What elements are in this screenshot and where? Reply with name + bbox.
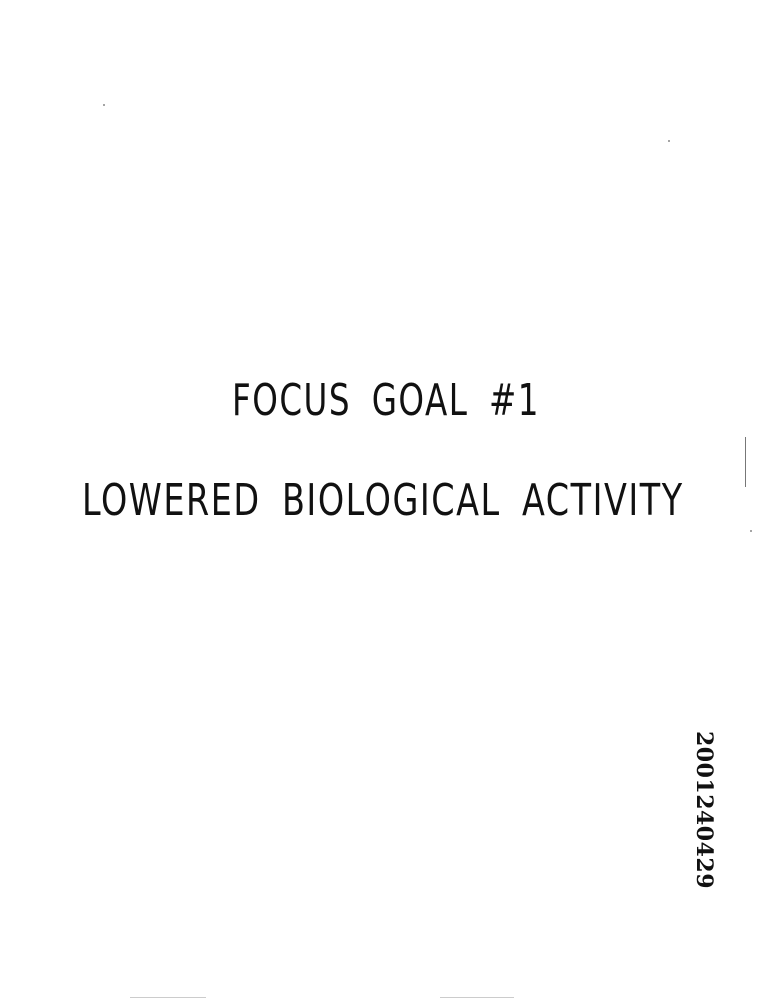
focus-goal-subheading: LOWERED BIOLOGICAL ACTIVITY — [82, 475, 684, 526]
scan-speck — [750, 530, 752, 532]
focus-goal-heading: FOCUS GOAL #1 — [232, 375, 540, 426]
scan-margin-mark — [745, 437, 746, 487]
scan-edge-line — [440, 997, 514, 998]
scan-speck — [668, 140, 670, 142]
document-page: FOCUS GOAL #1 LOWERED BIOLOGICAL ACTIVIT… — [0, 0, 777, 1000]
scan-speck — [103, 104, 105, 106]
scan-edge-line — [130, 997, 206, 998]
bates-number: 2001240429 — [691, 730, 717, 890]
